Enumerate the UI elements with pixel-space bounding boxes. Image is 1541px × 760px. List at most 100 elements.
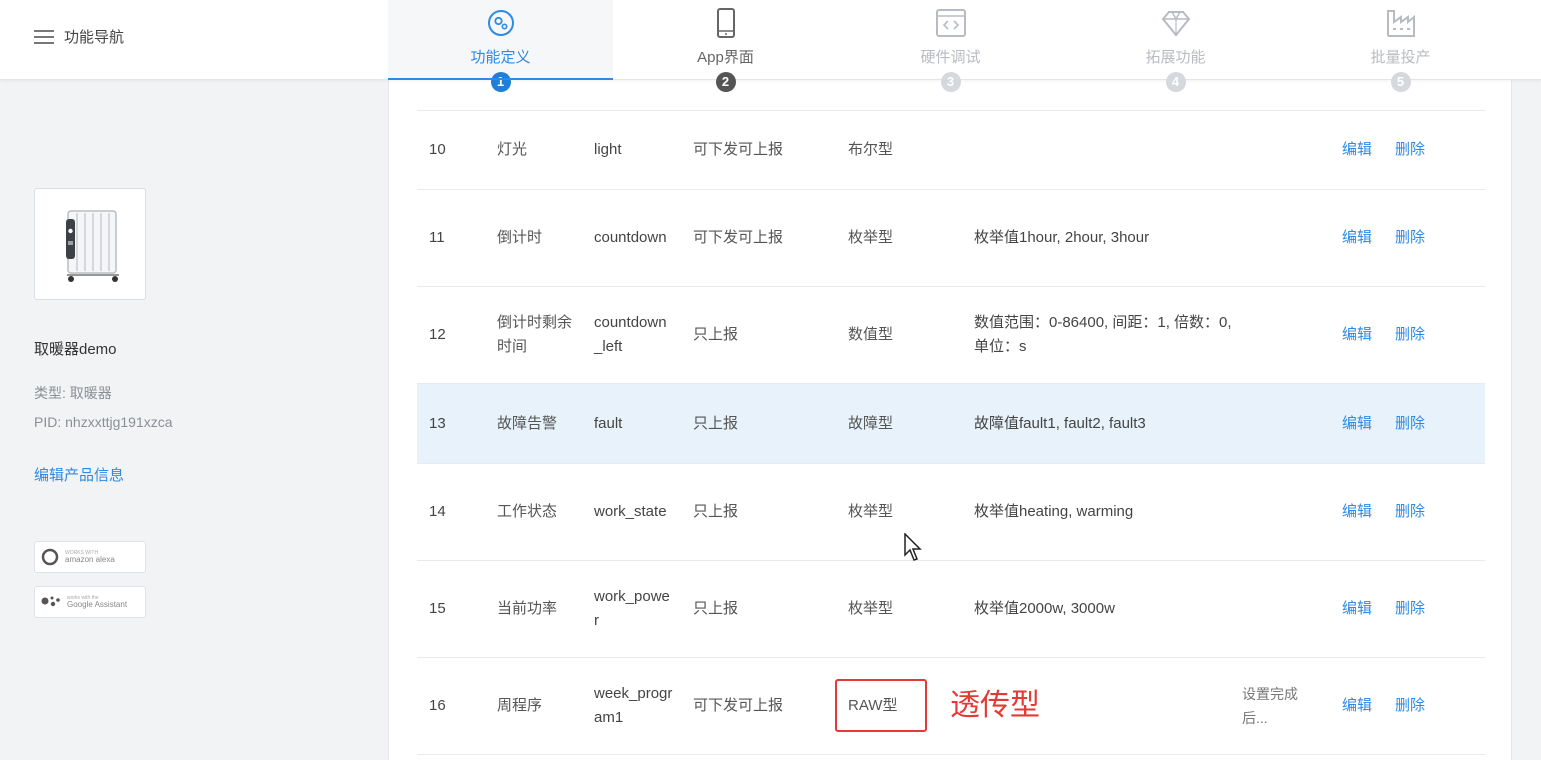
dp-name: 倒计时剩余时间 xyxy=(497,314,573,355)
dp-id: 15 xyxy=(429,600,446,617)
table-row: 10 灯光 light 可下发可上报 布尔型 编辑 删除 xyxy=(417,110,1485,190)
factory-icon xyxy=(1386,10,1415,37)
step-label: App界面 xyxy=(697,49,754,66)
google-assistant-badge: works with the Google Assistant xyxy=(34,586,146,618)
step-number-badge: 1 xyxy=(490,72,511,92)
step-number-badge: 4 xyxy=(1165,72,1186,92)
dp-code: countdown xyxy=(594,229,667,246)
delete-link[interactable]: 删除 xyxy=(1395,138,1425,162)
edit-link[interactable]: 编辑 xyxy=(1342,694,1372,718)
dp-properties: 数值范围：0-86400, 间距：1, 倍数：0, 单位：s xyxy=(974,314,1232,355)
dp-name: 灯光 xyxy=(497,141,528,158)
delete-link[interactable]: 删除 xyxy=(1395,500,1425,524)
dp-properties: 故障值fault1, fault2, fault3 xyxy=(974,414,1146,432)
alexa-icon xyxy=(41,548,59,566)
google-assistant-icon xyxy=(41,596,60,607)
badge-label: amazon alexa xyxy=(65,554,115,564)
delete-link[interactable]: 删除 xyxy=(1395,323,1425,347)
table-row: 15 当前功率 work_power 只上报 枚举型 枚举值2000w, 3000w 编辑删… xyxy=(417,561,1485,658)
delete-link[interactable]: 删除 xyxy=(1395,412,1425,436)
dp-name: 故障告警 xyxy=(497,414,558,432)
dp-id: 11 xyxy=(429,229,445,246)
dp-code: countdown_left xyxy=(594,314,667,355)
dp-code: light xyxy=(594,141,622,158)
dp-code: work_power xyxy=(594,588,670,629)
dp-properties: 枚举值1hour, 2hour, 3hour xyxy=(974,229,1150,246)
dp-transfer-mode: 只上报 xyxy=(693,503,739,520)
dp-data-type: 枚举型 xyxy=(848,600,894,617)
function-nav-toggle[interactable]: 功能导航 xyxy=(34,26,124,47)
step-label: 功能定义 xyxy=(470,49,531,66)
step-hardware-debug[interactable]: 硬件调试 3 xyxy=(838,0,1063,92)
step-number-badge: 3 xyxy=(940,72,961,92)
dp-transfer-mode: 只上报 xyxy=(693,600,739,617)
alexa-badge: WORKS WITH amazon alexa xyxy=(34,541,146,573)
edit-link[interactable]: 编辑 xyxy=(1342,500,1372,524)
edit-link[interactable]: 编辑 xyxy=(1342,226,1372,250)
badge-label: Google Assistant xyxy=(67,599,128,609)
dp-name: 倒计时 xyxy=(497,229,543,246)
dp-properties: 枚举值heating, warming xyxy=(974,503,1134,520)
delete-link[interactable]: 删除 xyxy=(1395,597,1425,621)
active-step-underline xyxy=(388,78,613,80)
dp-id: 13 xyxy=(429,414,446,432)
dp-transfer-mode: 可下发可上报 xyxy=(693,697,784,714)
edit-link[interactable]: 编辑 xyxy=(1342,138,1372,162)
phone-icon xyxy=(716,8,735,38)
step-number-badge: 5 xyxy=(1390,72,1411,92)
raw-type-highlight-box xyxy=(835,679,927,732)
dp-data-type: 枚举型 xyxy=(848,503,894,520)
product-image xyxy=(34,188,146,300)
dp-properties: 枚举值2000w, 3000w xyxy=(974,600,1115,617)
diamond-icon xyxy=(1161,11,1190,37)
table-row: 12 倒计时剩余时间 countdown_left 只上报 数值型 数值范围：0-8640… xyxy=(417,287,1485,384)
table-row: 11 倒计时 countdown 可下发可上报 枚举型 枚举值1hour, 2hour, … xyxy=(417,190,1485,287)
menu-icon xyxy=(34,29,54,44)
dp-code: week_program1 xyxy=(594,685,673,726)
product-type: 类型: 取暖器 xyxy=(34,385,112,401)
transparent-transmission-annotation: 透传型 xyxy=(950,689,1040,722)
step-number-badge: 2 xyxy=(715,72,736,92)
product-pid: PID: nhzxxttjg191xzca xyxy=(34,414,173,430)
delete-link[interactable]: 删除 xyxy=(1395,694,1425,718)
dp-data-type: 布尔型 xyxy=(848,141,894,158)
step-app-ui[interactable]: App界面 2 xyxy=(613,0,838,92)
dp-id: 10 xyxy=(429,141,446,158)
edit-link[interactable]: 编辑 xyxy=(1342,597,1372,621)
top-step-bar: 功能导航 功能定义 1 App界面 2 硬件调试 3 拓展功能 4 批量投产 5 xyxy=(0,0,1541,92)
mouse-cursor-icon xyxy=(904,533,922,561)
function-nav-label: 功能导航 xyxy=(64,29,125,46)
delete-link[interactable]: 删除 xyxy=(1395,226,1425,250)
table-row: 14 工作状态 work_state 只上报 枚举型 枚举值heating, warmin… xyxy=(417,464,1485,561)
product-info-panel: 取暖器demo 类型: 取暖器 PID: nhzxxttjg191xzca 编辑… xyxy=(0,80,282,760)
dp-id: 12 xyxy=(429,326,446,343)
dp-data-type: 数值型 xyxy=(848,326,894,343)
step-extended-features[interactable]: 拓展功能 4 xyxy=(1063,0,1288,92)
product-name: 取暖器demo xyxy=(34,341,117,358)
dp-data-type: 故障型 xyxy=(848,414,894,432)
step-label: 拓展功能 xyxy=(1145,49,1206,66)
dp-name: 周程序 xyxy=(497,697,543,714)
dp-code: fault xyxy=(594,414,623,432)
dp-transfer-mode: 可下发可上报 xyxy=(693,141,784,158)
dp-code: work_state xyxy=(594,503,667,520)
function-definition-card: 10 灯光 light 可下发可上报 布尔型 编辑 删除 11 倒计时 countdown 可下发可… xyxy=(388,80,1512,760)
dp-name: 当前功率 xyxy=(497,600,558,617)
edit-product-info-link[interactable]: 编辑产品信息 xyxy=(34,464,124,485)
gear-circle-icon xyxy=(487,10,514,36)
step-label: 硬件调试 xyxy=(920,49,981,66)
step-function-definition[interactable]: 功能定义 1 xyxy=(388,0,613,92)
edit-link[interactable]: 编辑 xyxy=(1342,412,1372,436)
step-mass-production[interactable]: 批量投产 5 xyxy=(1288,0,1513,92)
edit-link[interactable]: 编辑 xyxy=(1342,323,1372,347)
code-window-icon xyxy=(935,9,966,37)
table-row: 13 故障告警 fault 只上报 故障型 故障值fault1, fault2, faul… xyxy=(417,384,1485,464)
dp-transfer-mode: 只上报 xyxy=(693,414,739,432)
dp-id: 14 xyxy=(429,503,446,520)
dp-remark: 设置完成后... xyxy=(1242,686,1298,726)
dp-name: 工作状态 xyxy=(497,503,558,520)
dp-transfer-mode: 可下发可上报 xyxy=(693,229,784,246)
step-label: 批量投产 xyxy=(1370,49,1431,66)
dp-data-type: 枚举型 xyxy=(848,229,894,246)
dp-id: 16 xyxy=(429,697,446,714)
